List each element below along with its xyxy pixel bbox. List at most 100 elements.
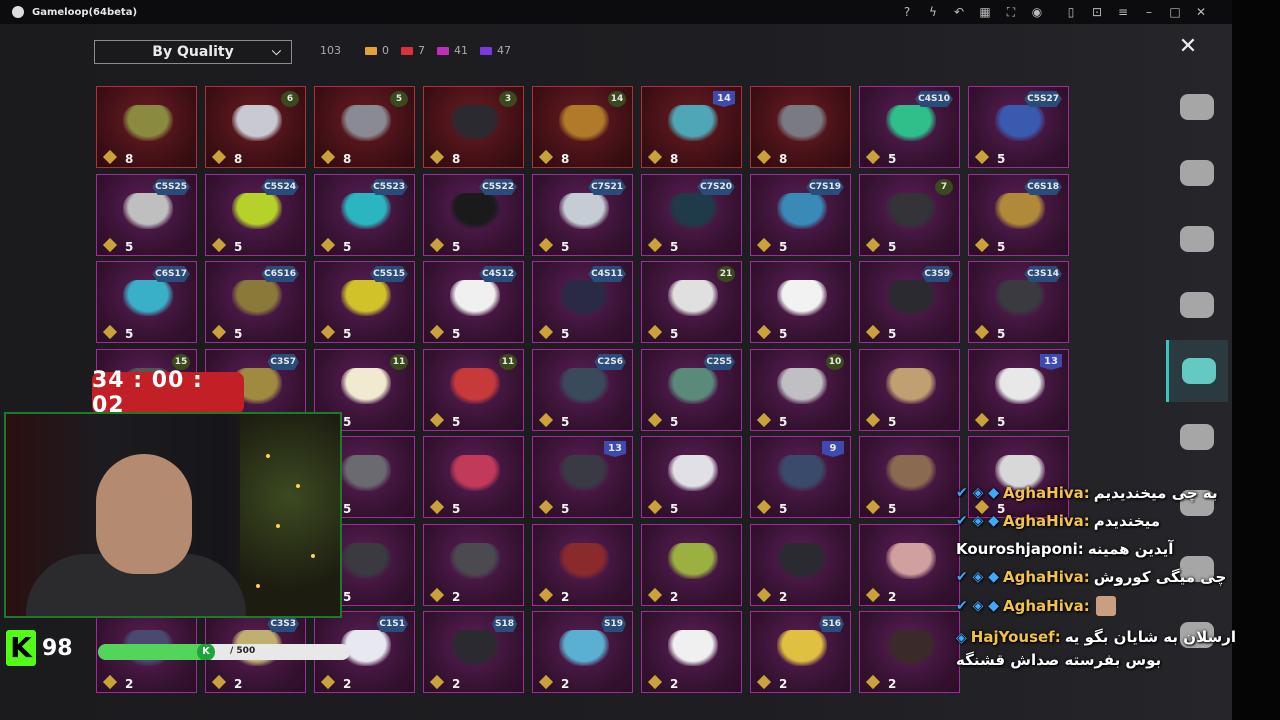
inventory-item[interactable]: C7S21 5 [532,174,633,256]
inventory-item[interactable]: 5 [641,436,742,518]
inventory-item[interactable]: C6S16 5 [205,261,306,343]
quality-sort-dropdown[interactable]: By Quality ⌵ [94,40,292,64]
inventory-item[interactable]: 75 [859,174,960,256]
item-badge: C7S19 [806,179,844,195]
inventory-item[interactable]: C2S5 5 [641,349,742,431]
inventory-item[interactable]: 14 8 [532,86,633,168]
gem-icon [647,237,663,253]
close-icon[interactable]: ✕ [1188,3,1214,21]
fullscreen-icon[interactable]: ⛶ [998,3,1024,21]
quality-count: 41 [437,44,468,57]
inventory-item[interactable]: C5S15 5 [314,261,415,343]
inventory-item[interactable]: C5S27 5 [968,86,1069,168]
inventory-item[interactable]: 5 [423,436,524,518]
gem-icon [211,324,227,340]
bolt-icon[interactable]: ϟ [920,3,946,21]
mask-item-icon [232,105,282,141]
item-quantity: 2 [888,677,897,691]
inventory-item[interactable]: 95 [750,436,851,518]
inventory-item[interactable]: 8 [96,86,197,168]
item-quantity: 5 [343,327,352,341]
inventory-item[interactable]: C3S14 5 [968,261,1069,343]
item-quantity: 5 [561,327,570,341]
pin-icon[interactable]: ⊡ [1084,3,1110,21]
help-icon[interactable]: ? [894,3,920,21]
inventory-item[interactable]: C4S10 5 [859,86,960,168]
inventory-item[interactable]: S16 2 [750,611,851,693]
inventory-item[interactable]: C5S25 5 [96,174,197,256]
inventory-item[interactable]: C4S11 5 [532,261,633,343]
inventory-item[interactable]: 2 [641,524,742,606]
inventory-item[interactable]: C7S20 5 [641,174,742,256]
chat-username: HajYousef: [970,628,1061,646]
inventory-item[interactable]: S19 2 [532,611,633,693]
inventory-item[interactable]: 5 [750,261,851,343]
inventory-item[interactable]: 38 [423,86,524,168]
inventory-item[interactable]: 13 5 [968,349,1069,431]
quality-count-value: 47 [497,44,511,57]
inventory-item[interactable]: C3S9 5 [859,261,960,343]
chat-overlay: ✔ ◈ ◆ AghaHiva: به چی میخندیدیم ✔ ◈ ◆ AghaHi… [956,484,1266,681]
inventory-item[interactable]: 10 5 [750,349,851,431]
minimize-icon[interactable]: – [1136,3,1162,21]
inventory-item[interactable]: C6S17 5 [96,261,197,343]
inventory-item[interactable]: 11 5 [423,349,524,431]
quality-count-value: 0 [382,44,389,57]
close-inventory-icon[interactable]: ✕ [1168,34,1208,60]
gem-icon [538,587,554,603]
inventory-item[interactable]: C4S12 5 [423,261,524,343]
item-quantity: 5 [997,327,1006,341]
tab-cap[interactable] [1166,208,1228,270]
inventory-item[interactable]: 2 [423,524,524,606]
inventory-item[interactable]: 2 [859,524,960,606]
item-badge: C4S12 [479,266,517,282]
inventory-item[interactable]: 68 [205,86,306,168]
inventory-item[interactable]: 2 [859,611,960,693]
inventory-item[interactable]: 5 [859,436,960,518]
inventory-item[interactable]: 2 [641,611,742,693]
tab-outfit[interactable] [1166,76,1228,138]
maximize-icon[interactable]: □ [1162,3,1188,21]
back-icon[interactable]: ↶ [946,3,972,21]
keyboard-icon[interactable]: ▦ [972,3,998,21]
tab-hat[interactable] [1166,142,1228,204]
item-badge: C2S5 [703,354,735,370]
chat-badge-icon: ✔ ◈ ◆ [956,598,1000,614]
inventory-item[interactable]: C6S18 5 [968,174,1069,256]
chat-badge-icon: ✔ ◈ ◆ [956,485,1000,501]
tab-mask[interactable] [1166,340,1228,402]
chat-username: AghaHiva: [1003,597,1090,615]
menu-icon[interactable]: ≡ [1110,3,1136,21]
mask-item-icon [668,105,718,141]
quality-count-value: 41 [454,44,468,57]
gem-icon [538,499,554,515]
stream-timer: 34 : 00 : 02 [92,368,244,418]
inventory-item[interactable]: C5S23 5 [314,174,415,256]
chat-badge-icon: ✔ ◈ ◆ [956,513,1000,529]
inventory-item[interactable]: 2 [750,524,851,606]
tab-eyewear[interactable] [1166,274,1228,336]
tab-jacket[interactable] [1166,406,1228,468]
item-quantity: 5 [670,240,679,254]
inventory-item[interactable]: C7S19 5 [750,174,851,256]
item-badge: 5 [390,91,408,107]
sidebar-icon[interactable]: ▯ [1058,3,1084,21]
inventory-item[interactable]: C2S6 5 [532,349,633,431]
inventory-item[interactable]: S18 2 [423,611,524,693]
gem-icon [865,587,881,603]
inventory-item[interactable]: 58 [314,86,415,168]
item-quantity: 5 [561,415,570,429]
gem-icon [102,237,118,253]
inventory-item[interactable]: 5 [859,349,960,431]
inventory-item[interactable]: 21 5 [641,261,742,343]
gamepad-icon[interactable]: ◉ [1024,3,1050,21]
chat-message: ◈ HajYousef: ارسلان به شایان بگو یه بوس بف… [956,626,1266,671]
inventory-item[interactable]: 8 [750,86,851,168]
inventory-item[interactable]: C5S22 5 [423,174,524,256]
inventory-item[interactable]: C5S24 5 [205,174,306,256]
quality-swatch [365,46,377,55]
inventory-item[interactable]: 2 [532,524,633,606]
inventory-item[interactable]: 13 5 [532,436,633,518]
mask-item-icon [668,630,718,666]
inventory-item[interactable]: 14 8 [641,86,742,168]
